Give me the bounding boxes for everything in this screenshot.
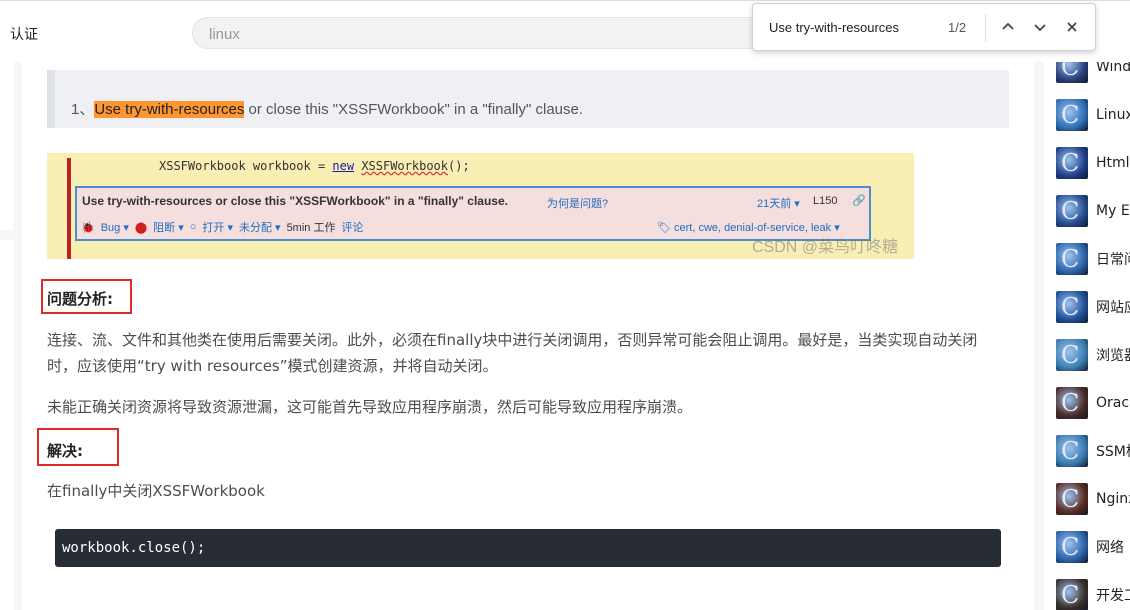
- issue-assignee: 未分配 ▾: [238, 222, 281, 234]
- logo-glyph: C: [1061, 293, 1080, 321]
- article-content: 1、Use try-with-resources or close this "…: [22, 62, 1034, 610]
- sidebar-item[interactable]: C SSM框: [1056, 434, 1130, 468]
- close-icon[interactable]: [1061, 16, 1083, 38]
- quote-text: 1、Use try-with-resources or close this "…: [71, 101, 584, 118]
- logo-glyph: C: [1061, 581, 1080, 609]
- sidebar-item[interactable]: C 网站应: [1056, 290, 1130, 324]
- column-thumbnail: C: [1056, 579, 1088, 610]
- sidebar-item[interactable]: C Linux: [1056, 98, 1130, 132]
- left-panel-top: [0, 62, 14, 230]
- analysis-paragraph-2: 未能正确关闭资源将导致资源泄漏，这可能首先导致应用程序崩溃，然后可能导致应用程序…: [47, 398, 693, 416]
- sidebar-item-label: HtmlH: [1096, 155, 1130, 171]
- logo-glyph: C: [1061, 341, 1080, 369]
- logo-glyph: C: [1061, 485, 1080, 513]
- find-divider: [985, 14, 986, 42]
- issue-message: Use try-with-resources or close this "XS…: [82, 194, 508, 208]
- chevron-up-icon[interactable]: [997, 16, 1019, 38]
- column-thumbnail: C: [1056, 243, 1088, 275]
- code-block[interactable]: workbook.close();: [55, 529, 1001, 567]
- find-query-input[interactable]: Use try-with-resources: [769, 20, 899, 35]
- search-input[interactable]: [209, 24, 769, 44]
- column-thumbnail: C: [1056, 339, 1088, 371]
- find-match-count: 1/2: [948, 20, 967, 35]
- analysis-paragraph-1: 连接、流、文件和其他类在使用后需要关闭。此外，必须在finally块中进行关闭调…: [47, 331, 978, 375]
- chevron-down-icon[interactable]: [1029, 16, 1051, 38]
- logo-glyph: C: [1061, 149, 1080, 177]
- sidebar-item-label: 网络: [1096, 540, 1124, 556]
- issue-line: L150: [813, 195, 838, 207]
- code-text: workbook.close();: [62, 540, 206, 556]
- blockquote: 1、Use try-with-resources or close this "…: [47, 70, 1009, 128]
- sonar-screenshot: XSSFWorkbook workbook = new XSSFWorkbook…: [47, 153, 914, 259]
- sidebar-item-label: Oracl: [1096, 395, 1130, 411]
- search-box[interactable]: [192, 17, 832, 49]
- column-thumbnail: C: [1056, 147, 1088, 179]
- logo-glyph: C: [1061, 437, 1080, 465]
- column-thumbnail: C: [1056, 291, 1088, 323]
- tag-icon: 🏷: [657, 222, 675, 234]
- search-highlight: Use try-with-resources: [94, 101, 245, 118]
- issue-marker-bar: [67, 158, 71, 259]
- logo-glyph: C: [1061, 533, 1080, 561]
- issue-comment: 评论: [341, 222, 364, 234]
- logo-glyph: C: [1061, 62, 1080, 81]
- sidebar-item[interactable]: C 网络: [1056, 530, 1130, 564]
- sidebar-item-label: Windo: [1096, 62, 1130, 75]
- column-thumbnail: C: [1056, 62, 1088, 83]
- sidebar-item[interactable]: C Windo: [1056, 62, 1130, 84]
- issue-age: 21天前 ▾: [757, 198, 800, 210]
- solution-heading: 解决:: [47, 442, 83, 460]
- watermark: CSDN @菜鸟叮咚糖: [752, 239, 899, 256]
- solution-text: 在finally中关闭XSSFWorkbook: [47, 482, 265, 500]
- sidebar-item-label: 浏览器: [1096, 348, 1130, 364]
- column-thumbnail: C: [1056, 99, 1088, 131]
- sidebar-item[interactable]: C 浏览器: [1056, 338, 1130, 372]
- link-icon: 🔗: [852, 194, 866, 207]
- sidebar-item-label: 开发工: [1096, 588, 1130, 604]
- logo-glyph: C: [1061, 197, 1080, 225]
- logo-glyph: C: [1061, 101, 1080, 129]
- column-thumbnail: C: [1056, 387, 1088, 419]
- sidebar-item[interactable]: C 日常问: [1056, 242, 1130, 276]
- sidebar-column-list: C Windo C Linux C HtmlH C My Ec C 日常问 C 网站应 C 浏览器 C Ora…: [1044, 62, 1130, 610]
- logo-glyph: C: [1061, 245, 1080, 273]
- column-thumbnail: C: [1056, 531, 1088, 563]
- sidebar-item-label: 日常问: [1096, 252, 1130, 268]
- column-thumbnail: C: [1056, 195, 1088, 227]
- sidebar-item-label: Nginx: [1096, 491, 1130, 507]
- logo-glyph: C: [1061, 389, 1080, 417]
- sidebar-item-label: My Ec: [1096, 203, 1130, 219]
- issue-effort: 5min 工作: [286, 222, 336, 234]
- sidebar-item[interactable]: C Nginx: [1056, 482, 1130, 516]
- bug-icon: 🐞: [81, 221, 95, 234]
- auth-link[interactable]: 认证: [10, 24, 38, 44]
- find-bar: Use try-with-resources 1/2: [752, 3, 1096, 51]
- issue-type: Bug ▾: [100, 221, 129, 234]
- issue-meta-row: 🐞 Bug ▾ ⬤ 阻断 ▾ ○ 打开 ▾ 未分配 ▾ 5min 工作 评论: [81, 219, 363, 235]
- sidebar-item-label: 网站应: [1096, 300, 1130, 316]
- sidebar-item-label: SSM框: [1096, 444, 1130, 460]
- column-thumbnail: C: [1056, 483, 1088, 515]
- left-panel-bottom: [0, 240, 14, 610]
- sidebar-item[interactable]: C HtmlH: [1056, 146, 1130, 180]
- sidebar-item[interactable]: C 开发工: [1056, 578, 1130, 610]
- sidebar-item-label: Linux: [1096, 107, 1130, 123]
- sidebar-item[interactable]: C Oracl: [1056, 386, 1130, 420]
- blocker-icon: ⬤: [134, 221, 148, 234]
- sidebar-item[interactable]: C My Ec: [1056, 194, 1130, 228]
- column-thumbnail: C: [1056, 435, 1088, 467]
- issue-status: 打开 ▾: [202, 222, 233, 234]
- why-link: 为何是问题?: [547, 198, 609, 210]
- issue-severity: 阻断 ▾: [153, 222, 184, 234]
- open-status-icon: ○: [189, 221, 197, 233]
- analysis-heading: 问题分析:: [47, 290, 113, 308]
- code-line: XSSFWorkbook workbook = new XSSFWorkbook…: [159, 159, 470, 173]
